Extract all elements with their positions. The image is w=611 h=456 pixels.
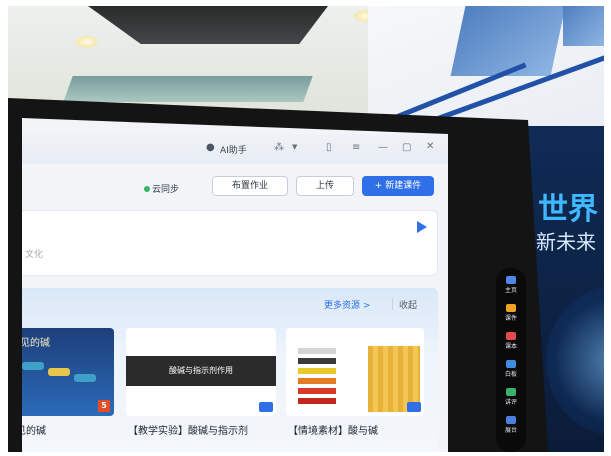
sidebar-item-label: 主页 [504,287,517,294]
menu-icon[interactable]: ≡ [352,142,360,153]
cloud-sync-label: 云同步 [152,185,180,195]
sidebar-item-label: 课本 [504,343,517,350]
brain-graphic [546,286,604,436]
sidebar-item-whiteboard[interactable]: 白板 [496,360,526,378]
sidebar-item-label: 展台 [504,427,517,434]
chevron-down-icon[interactable]: ▼ [292,143,297,151]
sidebar-item-label: 白板 [504,371,517,378]
home-icon [506,276,516,284]
cloud-sync-icon [144,186,150,192]
layout-icon[interactable]: ▯ [326,142,332,153]
app-screen: ● AI助手 ⁂ ▼ ▯ ≡ — ▢ ✕ 云同步 布置作业 上传 + 新建课件 … [22,118,448,452]
collapse-link[interactable]: 收起 [399,298,417,311]
camera-booth-icon [506,416,516,424]
wall-decoration [563,6,604,46]
minimize-icon[interactable]: — [378,142,388,153]
indicator-strip [298,358,336,364]
resource-card-thumbnail[interactable]: 酸碱与指示剂作用 [126,328,276,416]
sidebar-item-home[interactable]: 主页 [496,276,526,294]
sidebar-item-label: 课件 [504,315,517,322]
display-subtitle: 新未来 [536,230,596,254]
indicator-strip [298,398,336,404]
more-resources-link[interactable]: 更多资源 > [324,298,370,311]
resource-card-thumbnail[interactable]: 见的碱 5 [22,328,114,416]
send-icon[interactable] [417,221,427,233]
video-icon [407,402,421,412]
resource-card-thumbnail[interactable] [286,328,424,416]
photo: 世界 新未来 ● AI助手 ⁂ ▼ ▯ ≡ — ▢ ✕ 云同步 布置作业 上传 … [8,6,604,452]
whiteboard-icon [506,360,516,368]
resource-panel: 更多资源 > 收起 见的碱 5 见的碱 酸碱与指示剂作用 【教学实验】酸碱与指示… [22,288,438,452]
video-icon [259,402,273,412]
close-icon[interactable]: ✕ [426,141,434,152]
indicator-strip [298,348,336,354]
title-bar: ● AI助手 ⁂ ▼ ▯ ≡ — ▢ ✕ [22,134,448,164]
resource-card-caption[interactable]: 【情境素材】酸与碱 [288,422,378,437]
maximize-icon[interactable]: ▢ [402,142,411,153]
sidebar-item-review[interactable]: 讲评 [496,388,526,406]
indicator-strip [298,388,336,394]
sidebar-item-courseware[interactable]: 课件 [496,304,526,322]
sidebar-item-label: 讲评 [504,399,517,406]
new-courseware-button[interactable]: + 新建课件 [362,176,434,196]
prompt-input[interactable]: 文化 [22,210,438,276]
card-banner-text: 酸碱与指示剂作用 [126,356,276,386]
assign-homework-button[interactable]: 布置作业 [212,176,288,196]
upload-button[interactable]: 上传 [296,176,354,196]
card-decoration [22,362,44,370]
indicator-strip [298,368,336,374]
wall-decoration [450,6,566,76]
folder-icon [506,304,516,312]
review-icon [506,388,516,396]
book-icon [506,332,516,340]
tools-icon[interactable]: ⁂ [274,142,284,153]
sidebar-item-textbook[interactable]: 课本 [496,332,526,350]
sidebar-item-booth[interactable]: 展台 [496,416,526,434]
divider [392,298,393,310]
resource-card-caption[interactable]: 见的碱 [22,422,46,437]
assistant-avatar-icon[interactable]: ● [206,142,215,153]
card-decoration [74,374,96,382]
cloud-sync[interactable]: 云同步 [144,182,179,195]
assistant-label[interactable]: AI助手 [220,143,247,156]
display-title: 世界 [538,192,598,227]
indicator-strip [298,378,336,384]
prompt-input-hint: 文化 [25,250,44,260]
ceiling-light [76,36,98,48]
card-decoration [48,368,70,376]
card-chalk-text: 见的碱 [22,338,50,349]
resource-card-caption[interactable]: 【教学实验】酸碱与指示剂 [128,422,248,437]
html5-icon: 5 [98,400,110,412]
toolbar: 云同步 布置作业 上传 + 新建课件 [22,174,448,202]
side-toolbar: 主页 课件 课本 白板 讲评 展台 [496,268,526,452]
wall-shelf [63,76,313,102]
